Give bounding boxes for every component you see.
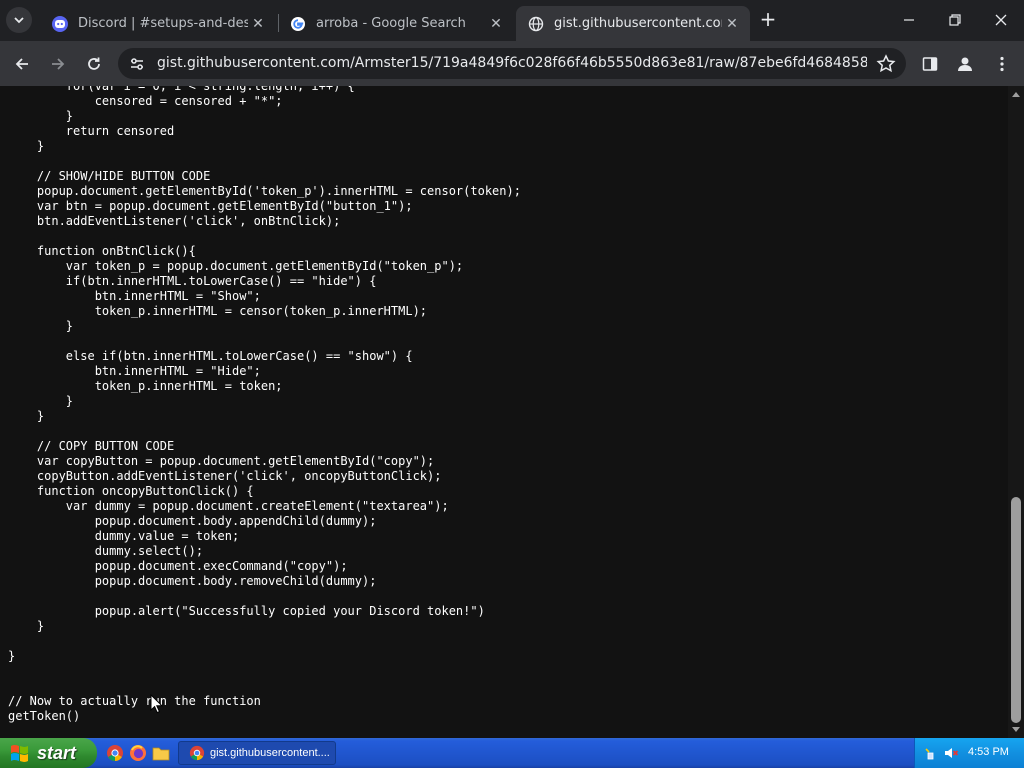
more-vert-icon	[1000, 56, 1004, 72]
close-tab-icon[interactable]: ✕	[486, 16, 506, 32]
address-bar[interactable]: gist.githubusercontent.com/Armster15/719…	[118, 48, 906, 79]
tab-title: gist.githubusercontent.com/Ar	[554, 16, 722, 31]
browser-menu-button[interactable]	[989, 51, 1015, 77]
start-label: start	[37, 742, 77, 763]
tab-search-button[interactable]	[6, 7, 32, 33]
folder-icon[interactable]	[152, 744, 170, 762]
minimize-icon	[904, 19, 914, 21]
reload-button[interactable]	[81, 51, 107, 77]
windows-taskbar: start gist.githubusercontent.... 4:53 PM	[0, 738, 1024, 768]
side-panel-button[interactable]	[917, 51, 943, 77]
url-text[interactable]: gist.githubusercontent.com/Armster15/719…	[157, 55, 867, 71]
close-tab-icon[interactable]: ✕	[248, 16, 268, 32]
vertical-scrollbar[interactable]	[1008, 86, 1024, 738]
chrome-icon[interactable]	[106, 744, 124, 762]
reload-icon	[88, 57, 100, 70]
chevron-down-icon	[14, 17, 24, 24]
tab-strip: Discord | #setups-and-desktop ✕ arroba -…	[0, 0, 1024, 41]
minimize-button[interactable]	[894, 8, 924, 32]
volume-muted-icon[interactable]	[943, 745, 959, 761]
mouse-cursor-icon	[150, 694, 163, 714]
close-window-button[interactable]	[986, 8, 1016, 32]
tab-google-search[interactable]: arroba - Google Search ✕	[278, 6, 514, 41]
side-panel-icon	[922, 57, 938, 71]
system-clock[interactable]: 4:53 PM	[968, 746, 1009, 758]
chrome-icon	[189, 745, 205, 761]
site-info-icon[interactable]	[128, 55, 146, 73]
profile-button[interactable]	[952, 51, 978, 77]
bookmark-star-icon[interactable]	[876, 54, 896, 74]
tab-title: arroba - Google Search	[316, 16, 466, 31]
raw-code-text: for(var i = 0; i < string.length; i++) {…	[8, 86, 521, 723]
system-tray: 4:53 PM	[914, 738, 1024, 768]
google-icon	[290, 16, 306, 32]
start-button[interactable]: start	[0, 738, 97, 768]
windows-logo-icon	[11, 745, 28, 762]
new-tab-button[interactable]: +	[758, 9, 778, 30]
close-tab-icon[interactable]: ✕	[722, 16, 742, 32]
tab-discord[interactable]: Discord | #setups-and-desktop ✕	[40, 6, 276, 41]
page-content: for(var i = 0; i < string.length; i++) {…	[0, 86, 1008, 738]
back-button[interactable]	[9, 51, 35, 77]
arrow-right-icon	[52, 58, 65, 70]
restore-icon	[949, 14, 961, 26]
discord-icon	[52, 15, 68, 32]
profile-icon	[958, 57, 972, 71]
scrollbar-thumb[interactable]	[1011, 497, 1021, 723]
browser-toolbar: gist.githubusercontent.com/Armster15/719…	[0, 41, 1024, 86]
forward-button[interactable]	[45, 51, 71, 77]
task-label: gist.githubusercontent....	[210, 747, 330, 759]
restore-button[interactable]	[940, 8, 970, 32]
taskbar-task-chrome[interactable]: gist.githubusercontent....	[178, 741, 336, 765]
globe-icon	[528, 16, 544, 32]
tab-title: Discord | #setups-and-desktop	[78, 16, 248, 31]
firefox-icon[interactable]	[129, 744, 147, 762]
scroll-down-arrow-icon[interactable]	[1012, 727, 1020, 732]
tab-gist-active[interactable]: gist.githubusercontent.com/Ar ✕	[516, 6, 750, 41]
network-icon[interactable]	[925, 745, 941, 761]
scroll-up-arrow-icon[interactable]	[1012, 92, 1020, 97]
close-icon	[995, 14, 1007, 26]
arrow-left-icon	[15, 58, 28, 70]
